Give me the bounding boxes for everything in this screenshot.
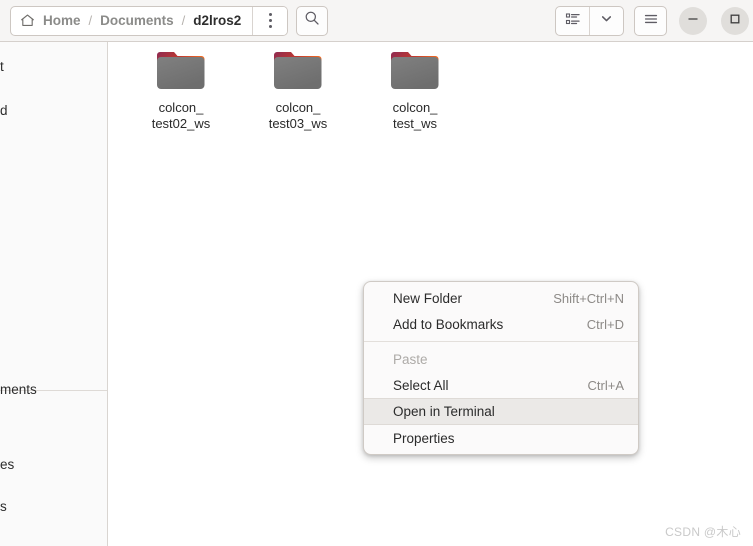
context-menu-item-label: Paste [393, 351, 428, 367]
context-menu-item-shortcut: Ctrl+A [587, 377, 624, 393]
folder-label: colcon_ test_ws [393, 100, 438, 132]
sidebar-item-label: d [0, 102, 8, 118]
context-menu-item-label: Properties [393, 430, 455, 446]
context-menu-item-shortcut: Ctrl+D [586, 316, 624, 332]
minimize-button[interactable] [679, 7, 707, 35]
context-menu-item-label: Open in Terminal [393, 404, 495, 419]
view-mode-group [555, 6, 624, 36]
folder-label-line2: test03_ws [268, 116, 328, 131]
context-menu-item-label: Select All [393, 377, 449, 393]
sidebar-item-label: s [0, 498, 7, 514]
view-options-dropdown[interactable] [590, 7, 623, 35]
sidebar-item-3[interactable]: ments [0, 377, 107, 401]
folder-icon [269, 46, 327, 94]
file-list-area[interactable]: colcon_ test02_ws colcon_ test03_ws colc… [109, 43, 753, 546]
folder-item[interactable]: colcon_ test03_ws [246, 46, 350, 132]
app-menu-button[interactable] [634, 6, 667, 36]
breadcrumb-item-documents[interactable]: Documents [99, 13, 175, 28]
context-menu-item-properties[interactable]: Properties [364, 425, 638, 451]
path-bar: Home / Documents / d2lros2 [10, 5, 289, 36]
file-manager-window: Home / Documents / d2lros2 t d ments es … [0, 0, 753, 546]
maximize-button[interactable] [721, 7, 749, 35]
header-left-group: Home / Documents / d2lros2 [0, 0, 329, 41]
folder-item[interactable]: colcon_ test02_ws [129, 46, 233, 132]
list-view-icon [565, 11, 581, 32]
chevron-down-icon [599, 11, 614, 31]
search-icon [304, 10, 320, 31]
sidebar-item-2[interactable]: d [0, 98, 107, 122]
context-menu-item-label: Add to Bookmarks [393, 316, 504, 332]
three-dots-vertical-icon[interactable] [253, 6, 288, 35]
breadcrumb-separator: / [181, 13, 186, 28]
context-menu: New Folder Shift+Ctrl+N Add to Bookmarks… [363, 281, 639, 455]
folder-label-line2: test_ws [392, 116, 438, 131]
sidebar-item-1[interactable]: t [0, 54, 107, 78]
minimize-icon [686, 12, 700, 31]
context-menu-item-label: New Folder [393, 290, 463, 306]
sidebar-item-5[interactable]: s [0, 494, 107, 518]
context-menu-item-paste: Paste [364, 346, 638, 372]
folder-label-line1: colcon_ [392, 100, 438, 115]
folder-item[interactable]: colcon_ test_ws [363, 46, 467, 132]
sidebar: t d ments es s [0, 42, 108, 546]
folder-label-line2: test02_ws [151, 116, 211, 131]
folder-icon [152, 46, 210, 94]
folder-icon [386, 46, 444, 94]
context-menu-item-add-to-bookmarks[interactable]: Add to Bookmarks Ctrl+D [364, 311, 638, 337]
sidebar-item-label: es [0, 456, 15, 472]
header-right-group [555, 0, 753, 42]
home-icon [20, 13, 35, 28]
context-menu-item-new-folder[interactable]: New Folder Shift+Ctrl+N [364, 285, 638, 311]
header-bar: Home / Documents / d2lros2 [0, 0, 753, 42]
watermark: CSDN @木心 [665, 525, 741, 539]
context-menu-item-select-all[interactable]: Select All Ctrl+A [364, 372, 638, 398]
folder-label: colcon_ test03_ws [269, 100, 328, 132]
folder-label: colcon_ test02_ws [152, 100, 211, 132]
sidebar-item-label: ments [0, 381, 37, 397]
breadcrumb: Home / Documents / d2lros2 [11, 7, 252, 35]
list-view-button[interactable] [556, 7, 589, 35]
hamburger-menu-icon [643, 11, 659, 32]
search-button[interactable] [296, 5, 329, 36]
maximize-icon [728, 12, 742, 31]
sidebar-item-label: t [0, 58, 4, 74]
breadcrumb-item-home[interactable]: Home [42, 13, 82, 28]
sidebar-item-4[interactable]: es [0, 452, 107, 476]
context-menu-separator [364, 341, 638, 342]
breadcrumb-separator: / [88, 13, 93, 28]
context-menu-item-shortcut: Shift+Ctrl+N [553, 290, 624, 306]
folder-label-line1: colcon_ [158, 100, 204, 115]
context-menu-item-open-in-terminal[interactable]: Open in Terminal [364, 398, 638, 425]
breadcrumb-item-current[interactable]: d2lros2 [192, 13, 242, 28]
folder-label-line1: colcon_ [275, 100, 321, 115]
